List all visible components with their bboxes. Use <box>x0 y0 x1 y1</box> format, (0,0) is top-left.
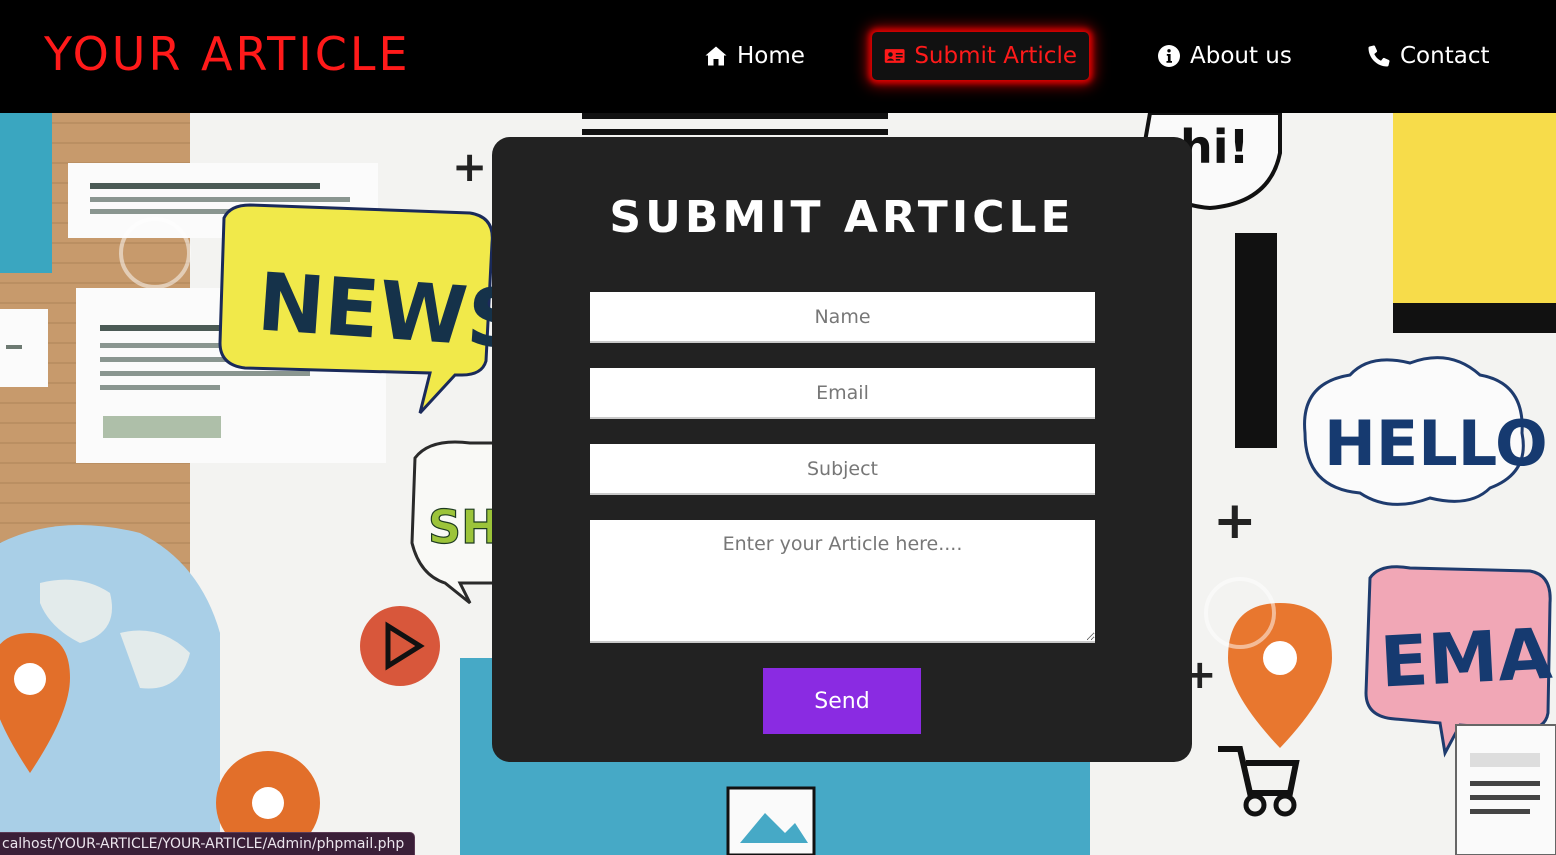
news-doodle-text: NEWS <box>255 255 528 366</box>
home-icon <box>705 46 727 66</box>
form-title: SUBMIT ARTICLE <box>609 192 1075 243</box>
top-navbar: YOUR ARTICLE Home Submit Article About u… <box>0 0 1556 113</box>
nav-about-us-label: About us <box>1190 43 1292 69</box>
nav-submit-article[interactable]: Submit Article <box>872 32 1089 80</box>
nav-contact[interactable]: Contact <box>1367 32 1489 80</box>
nav-home[interactable]: Home <box>704 32 805 80</box>
main-nav: Home Submit Article About us Contact <box>0 32 1556 80</box>
status-bar-url: calhost/YOUR-ARTICLE/YOUR-ARTICLE/Admin/… <box>0 832 416 855</box>
name-input[interactable] <box>590 292 1095 343</box>
id-card-icon <box>884 49 905 63</box>
svg-text:+: + <box>452 142 487 191</box>
nav-submit-article-label: Submit Article <box>914 43 1077 69</box>
article-textarea[interactable] <box>590 520 1095 643</box>
email-doodle-text: EMAIL <box>1378 609 1556 704</box>
submit-article-card: SUBMIT ARTICLE Send <box>492 137 1192 762</box>
nav-about-us[interactable]: About us <box>1157 32 1292 80</box>
nav-contact-label: Contact <box>1400 43 1490 69</box>
nav-home-label: Home <box>737 43 805 69</box>
info-circle-icon <box>1158 45 1180 67</box>
share-doodle-text: SH <box>428 500 500 554</box>
subject-input[interactable] <box>590 444 1095 495</box>
svg-text:+: + <box>1213 491 1257 551</box>
hello-doodle-text: HELLO <box>1324 407 1548 480</box>
send-button[interactable]: Send <box>763 668 921 734</box>
email-input[interactable] <box>590 368 1095 419</box>
phone-icon <box>1368 45 1390 67</box>
